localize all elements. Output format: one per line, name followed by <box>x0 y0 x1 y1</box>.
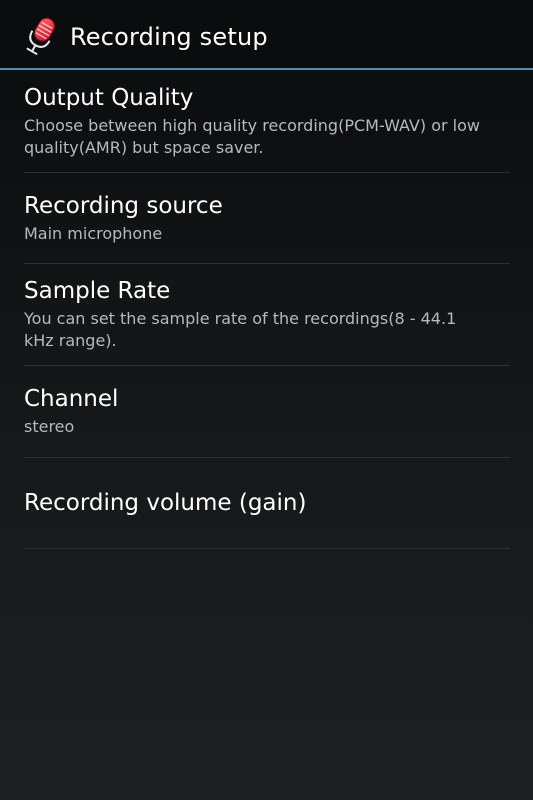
pref-title: Sample Rate <box>24 278 171 304</box>
pref-summary: stereo <box>24 417 75 436</box>
pref-recording-volume[interactable]: Recording volume (gain) <box>24 489 510 517</box>
divider <box>24 548 510 549</box>
divider <box>24 365 510 366</box>
microphone-icon[interactable] <box>24 14 60 60</box>
pref-title: Channel <box>24 386 119 412</box>
pref-summary: Choose between high quality recording(PC… <box>24 116 480 157</box>
pref-summary: You can set the sample rate of the recor… <box>24 309 457 350</box>
pref-title: Recording volume (gain) <box>24 490 307 516</box>
pref-sample-rate[interactable]: Sample Rate You can set the sample rate … <box>24 277 510 352</box>
divider <box>24 457 510 458</box>
pref-output-quality[interactable]: Output Quality Choose between high quali… <box>24 84 510 159</box>
action-bar: Recording setup <box>0 0 533 68</box>
pref-title: Output Quality <box>24 85 194 111</box>
action-bar-divider <box>0 68 533 70</box>
action-bar-title: Recording setup <box>70 23 268 51</box>
pref-summary: Main microphone <box>24 224 163 243</box>
pref-recording-source[interactable]: Recording source Main microphone <box>24 192 510 245</box>
pref-title: Recording source <box>24 193 223 219</box>
divider <box>24 172 510 173</box>
divider <box>24 263 510 264</box>
pref-channel[interactable]: Channel stereo <box>24 385 510 438</box>
